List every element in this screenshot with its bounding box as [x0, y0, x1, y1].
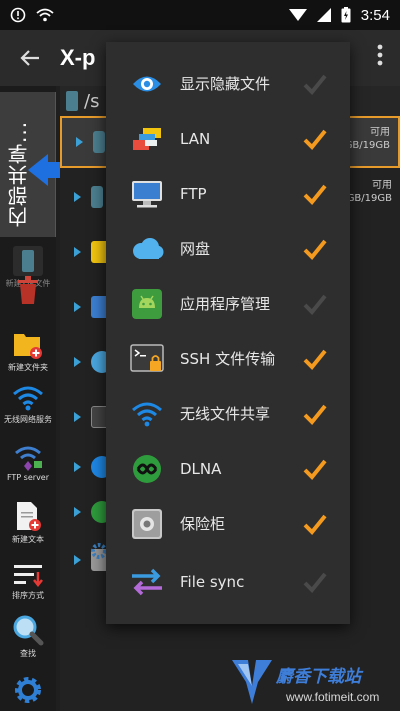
- search-icon: [13, 615, 44, 646]
- expand-arrow-icon: [76, 137, 83, 147]
- status-bar: 3:54: [0, 0, 400, 30]
- menu-item-dlna[interactable]: DLNA: [106, 441, 350, 496]
- menu-item-lan[interactable]: LAN: [106, 111, 350, 166]
- battery-icon: [341, 7, 351, 23]
- expand-arrow-icon: [74, 412, 81, 422]
- watermark-title: 麝香下载站: [276, 667, 361, 687]
- tool-label: FTP server: [6, 473, 50, 482]
- ssh-icon: [130, 342, 164, 376]
- expand-arrow-icon: [74, 555, 81, 565]
- cell-signal-icon: [316, 8, 331, 22]
- menu-item-show-hidden[interactable]: 显示隐藏文件: [106, 56, 350, 111]
- wifi-icon: [130, 397, 164, 431]
- menu-label: SSH 文件传输: [180, 350, 276, 368]
- menu-label: LAN: [180, 129, 211, 148]
- phone-icon: [66, 91, 78, 111]
- menu-label: 保险柜: [180, 515, 226, 533]
- menu-label: FTP: [180, 184, 207, 203]
- expand-arrow-icon: [74, 192, 81, 202]
- wifi-signal-icon: [288, 9, 307, 21]
- back-arrow-icon: [20, 50, 39, 66]
- check-icon[interactable]: [302, 456, 328, 482]
- expand-arrow-icon: [74, 462, 81, 472]
- zip-icon: [13, 246, 43, 276]
- new-text-icon: [17, 502, 41, 531]
- check-icon[interactable]: [302, 346, 328, 372]
- overflow-menu-button[interactable]: [370, 44, 390, 72]
- tool-label: 查找: [20, 649, 36, 658]
- overflow-menu: 显示隐藏文件 LAN FTP 网盘 应用程序管理 SSH 文件传输 无线文件共享…: [106, 42, 350, 624]
- watermark-url: www.fotimeit.com: [286, 690, 380, 704]
- menu-item-app-manager[interactable]: 应用程序管理: [106, 276, 350, 331]
- menu-item-ssh[interactable]: SSH 文件传输: [106, 331, 350, 386]
- status-time: 3:54: [360, 6, 390, 24]
- tool-label: 新建文件夹: [8, 363, 48, 372]
- arrow-left-stem: [46, 162, 60, 178]
- path-text: /s: [84, 90, 100, 112]
- cloud-icon: [130, 232, 164, 266]
- safe-icon: [130, 507, 164, 541]
- menu-item-safe[interactable]: 保险柜: [106, 496, 350, 551]
- menu-label: 显示隐藏文件: [180, 75, 271, 93]
- phone-icon: [93, 131, 105, 153]
- settings-icon: [15, 677, 41, 703]
- delete-button[interactable]: [0, 275, 56, 305]
- ftp-server-icon: [15, 446, 42, 471]
- watermark-logo: [232, 660, 272, 704]
- wifi-service-button[interactable]: 无线网络服务: [0, 384, 56, 425]
- search-button[interactable]: 查找: [0, 614, 56, 659]
- menu-label: File sync: [180, 572, 245, 591]
- expand-arrow-icon: [74, 507, 81, 517]
- expand-arrow-icon: [74, 357, 81, 367]
- menu-label: 网盘: [180, 240, 211, 258]
- new-folder-button[interactable]: 新建文件夹: [0, 328, 56, 373]
- alert-icon: [10, 7, 26, 23]
- expand-arrow-icon: [74, 247, 81, 257]
- sort-button[interactable]: 排序方式: [0, 562, 56, 601]
- storage-info: 可用 GB/19GB: [346, 180, 392, 204]
- ftp-icon: [130, 177, 164, 211]
- check-icon[interactable]: [302, 291, 328, 317]
- storage-info: 可用 GB/19GB: [344, 127, 390, 151]
- menu-item-cloud[interactable]: 网盘: [106, 221, 350, 276]
- eye-icon: [130, 67, 164, 101]
- check-icon[interactable]: [302, 126, 328, 152]
- check-icon[interactable]: [302, 569, 328, 595]
- trash-icon: [18, 276, 38, 304]
- menu-label: DLNA: [180, 459, 222, 478]
- menu-label: 应用程序管理: [180, 295, 271, 313]
- dlna-icon: [130, 452, 164, 486]
- check-icon[interactable]: [302, 401, 328, 427]
- app-title: X-p: [60, 45, 96, 70]
- new-folder-icon: [14, 334, 42, 359]
- phone-icon: [91, 186, 103, 208]
- settings-button[interactable]: [0, 674, 56, 706]
- wifi-icon: [13, 386, 43, 411]
- tool-label: 排序方式: [12, 591, 44, 600]
- lan-icon: [130, 122, 164, 156]
- internal-share-tab[interactable]: 内部共享...: [0, 92, 60, 237]
- back-button[interactable]: [0, 30, 60, 86]
- sort-icon: [14, 565, 43, 588]
- menu-item-ftp[interactable]: FTP: [106, 166, 350, 221]
- tool-label: 无线网络服务: [4, 415, 52, 424]
- new-text-button[interactable]: 新建文本: [0, 500, 56, 545]
- expand-arrow-icon: [74, 302, 81, 312]
- arrow-left-icon: [28, 154, 48, 186]
- sync-icon: [130, 565, 164, 599]
- check-icon[interactable]: [302, 236, 328, 262]
- tool-label: 新建文本: [12, 535, 44, 544]
- check-icon[interactable]: [302, 181, 328, 207]
- ftp-server-button[interactable]: FTP server: [0, 441, 56, 482]
- menu-item-wifi-share[interactable]: 无线文件共享: [106, 386, 350, 441]
- more-vert-icon: [377, 44, 383, 66]
- wifi-status-icon: [36, 8, 54, 22]
- android-icon: [130, 287, 164, 321]
- check-icon[interactable]: [302, 71, 328, 97]
- check-icon[interactable]: [302, 511, 328, 537]
- watermark: 麝香下载站 www.fotimeit.com: [228, 652, 400, 711]
- menu-item-file-sync[interactable]: File sync: [106, 554, 350, 609]
- menu-label: 无线文件共享: [180, 405, 271, 423]
